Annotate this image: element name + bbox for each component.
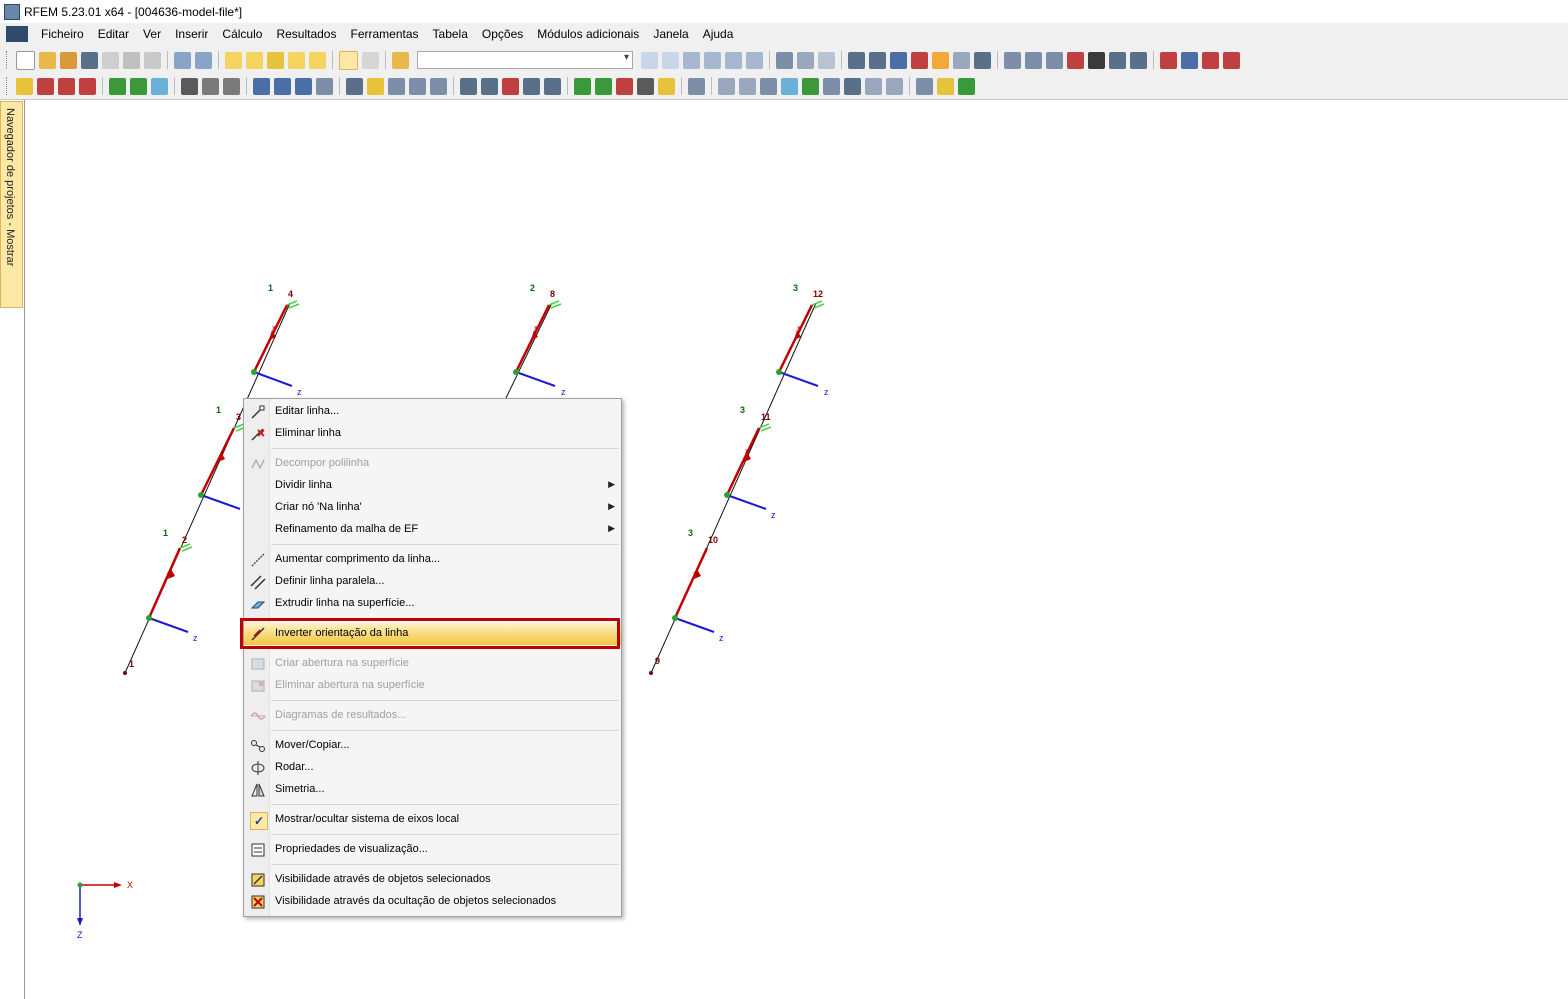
x-label: x bbox=[167, 571, 171, 578]
axis-label: z bbox=[719, 633, 724, 643]
node-label: 4 bbox=[288, 289, 293, 299]
result-diagrams-icon bbox=[250, 708, 266, 724]
member-label: 1 bbox=[163, 528, 168, 538]
reverse-orientation-icon bbox=[250, 626, 266, 642]
display-properties-icon bbox=[250, 842, 266, 858]
member-label: 1 bbox=[216, 405, 221, 415]
node-label: 8 bbox=[550, 289, 555, 299]
extrude-line-icon bbox=[250, 596, 266, 612]
node-label: 9 bbox=[655, 656, 660, 666]
move-copy-icon bbox=[250, 738, 266, 754]
model-drawing: 1 1 1 4 3 2 1 z z x x 2 8 z x 3 3 3 12 1… bbox=[77, 283, 829, 940]
local-z-axis bbox=[515, 371, 556, 387]
axis-label: z bbox=[561, 387, 566, 397]
menu-item-reverse-line-orientation[interactable]: Inverter orientação da linha bbox=[244, 623, 621, 645]
mirror-icon bbox=[250, 782, 266, 798]
local-z-axis bbox=[148, 617, 189, 633]
menu-item-fe-mesh-refinement[interactable]: Refinamento da malha de EF ▶ bbox=[244, 519, 621, 541]
visibility-selected-icon bbox=[250, 872, 266, 888]
create-opening-icon bbox=[250, 656, 266, 672]
submenu-arrow-icon: ▶ bbox=[608, 501, 615, 511]
menu-item-extend-line[interactable]: Aumentar comprimento da linha... bbox=[244, 549, 621, 571]
node-label: 12 bbox=[813, 289, 823, 299]
local-z-axis bbox=[253, 371, 293, 387]
menu-item-edit-line[interactable]: Editar linha... bbox=[244, 401, 621, 423]
parallel-line-icon bbox=[250, 574, 266, 590]
node-label: 10 bbox=[708, 535, 718, 545]
support-hatch-icon bbox=[286, 300, 300, 309]
menu-item-display-properties[interactable]: Propriedades de visualização... bbox=[244, 839, 621, 861]
member-x-axis bbox=[673, 547, 709, 619]
end-node bbox=[649, 671, 653, 675]
local-z-axis bbox=[200, 494, 241, 510]
member-label: 1 bbox=[268, 283, 273, 293]
axis-label: z bbox=[771, 510, 776, 520]
global-x-arrow bbox=[114, 882, 122, 888]
menu-item-mirror[interactable]: Simetria... bbox=[244, 779, 621, 801]
member-line bbox=[505, 302, 553, 399]
member-x-axis bbox=[199, 427, 236, 496]
local-z-axis bbox=[778, 371, 819, 387]
menu-item-visibility-hide-selected[interactable]: Visibilidade através da ocultação de obj… bbox=[244, 891, 621, 913]
global-x-label: X bbox=[127, 880, 133, 890]
local-z-axis bbox=[726, 494, 767, 510]
member-node bbox=[513, 369, 519, 375]
decompose-polyline-icon bbox=[250, 456, 266, 472]
node-label: 3 bbox=[236, 412, 241, 422]
x-label: x bbox=[693, 571, 697, 578]
global-z-arrow bbox=[77, 918, 83, 926]
global-z-label: Z bbox=[77, 930, 83, 940]
member-node bbox=[724, 492, 730, 498]
member-x-axis bbox=[725, 427, 761, 496]
x-label: x bbox=[797, 325, 801, 332]
menu-item-visibility-selected[interactable]: Visibilidade através de objetos selecion… bbox=[244, 869, 621, 891]
submenu-arrow-icon: ▶ bbox=[608, 523, 615, 533]
member-label: 3 bbox=[740, 405, 745, 415]
axis-label: z bbox=[193, 633, 198, 643]
submenu-arrow-icon: ▶ bbox=[608, 479, 615, 489]
visibility-hide-selected-icon bbox=[250, 894, 266, 910]
menu-item-rotate[interactable]: Rodar... bbox=[244, 757, 621, 779]
delete-line-icon bbox=[250, 426, 266, 442]
rotate-icon bbox=[250, 760, 266, 776]
menu-item-divide-line[interactable]: Dividir linha ▶ bbox=[244, 475, 621, 497]
menu-item-extrude-line[interactable]: Extrudir linha na superfície... bbox=[244, 593, 621, 615]
x-label: x bbox=[272, 325, 276, 332]
menu-item-move-copy[interactable]: Mover/Copiar... bbox=[244, 735, 621, 757]
menu-item-create-surface-opening[interactable]: Criar abertura na superfície bbox=[244, 653, 621, 675]
member-label: 2 bbox=[530, 283, 535, 293]
member-node bbox=[146, 615, 152, 621]
member-label: 3 bbox=[793, 283, 798, 293]
member-node bbox=[672, 615, 678, 621]
support-hatch-icon bbox=[548, 300, 562, 309]
line-context-menu: Editar linha... Eliminar linha Decompor … bbox=[243, 398, 622, 917]
x-label: x bbox=[534, 325, 538, 332]
member-x-axis bbox=[147, 547, 182, 619]
member-node bbox=[776, 369, 782, 375]
menu-item-delete-surface-opening[interactable]: Eliminar abertura na superfície bbox=[244, 675, 621, 697]
menu-item-create-node-on-line[interactable]: Criar nó 'Na linha' ▶ bbox=[244, 497, 621, 519]
menu-item-delete-line[interactable]: Eliminar linha bbox=[244, 423, 621, 445]
node-label: 1 bbox=[129, 659, 134, 669]
member-label: 3 bbox=[688, 528, 693, 538]
node-label: 2 bbox=[182, 535, 187, 545]
menu-item-decompose-polyline[interactable]: Decompor polilinha bbox=[244, 453, 621, 475]
menu-item-result-diagrams[interactable]: Diagramas de resultados... bbox=[244, 705, 621, 727]
local-z-axis bbox=[674, 617, 715, 633]
member-node bbox=[251, 369, 257, 375]
delete-opening-icon bbox=[250, 678, 266, 694]
menu-item-parallel-line[interactable]: Definir linha paralela... bbox=[244, 571, 621, 593]
end-node bbox=[123, 671, 127, 675]
axis-label: z bbox=[297, 387, 302, 397]
checkmark-icon: ✓ bbox=[250, 812, 268, 830]
support-hatch-icon bbox=[758, 423, 772, 432]
node-label: 11 bbox=[761, 412, 771, 422]
axis-label: z bbox=[824, 387, 829, 397]
extend-line-icon bbox=[250, 552, 266, 568]
edit-line-icon bbox=[250, 404, 266, 420]
member-node bbox=[198, 492, 204, 498]
x-label: x bbox=[745, 448, 749, 455]
menu-item-toggle-local-axes[interactable]: ✓ Mostrar/ocultar sistema de eixos local bbox=[244, 809, 621, 831]
global-origin bbox=[77, 882, 83, 888]
